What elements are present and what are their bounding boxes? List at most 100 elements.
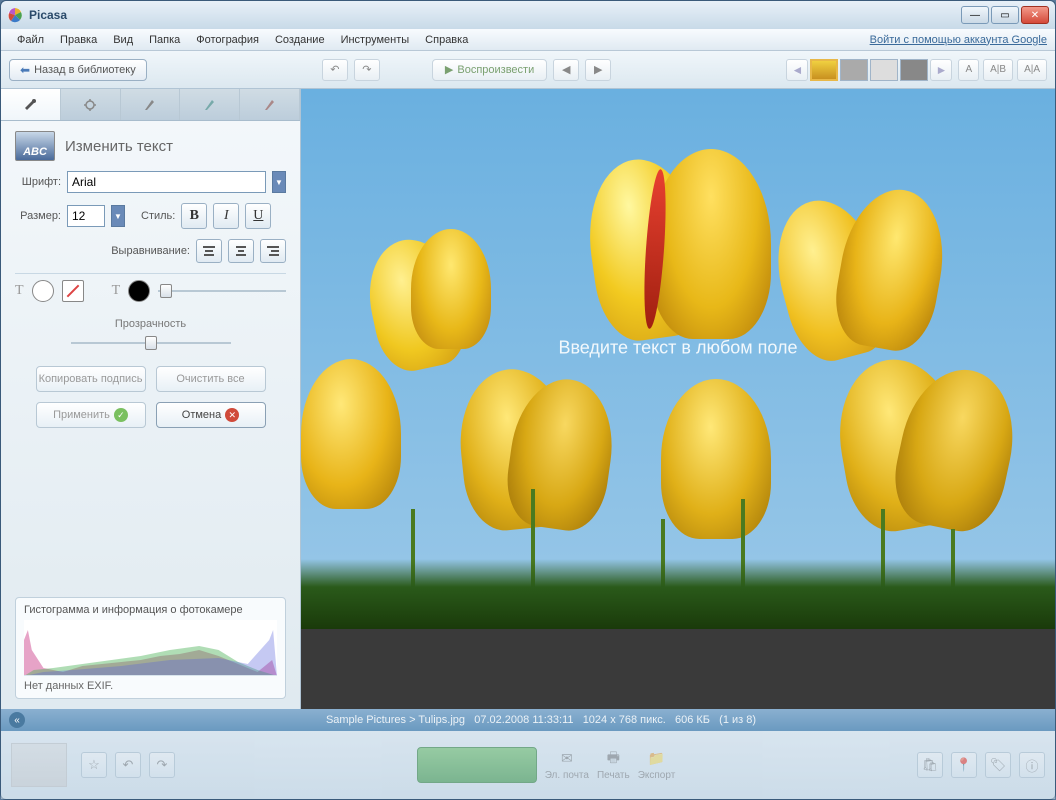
apply-button[interactable]: Применить ✓ bbox=[36, 402, 146, 428]
print-button[interactable]: 🖶 Печать bbox=[597, 750, 630, 781]
next-photo-button[interactable]: ▶ bbox=[585, 59, 611, 81]
tab-basic[interactable] bbox=[1, 89, 61, 120]
bold-button[interactable]: B bbox=[181, 203, 207, 229]
play-label: Воспроизвести bbox=[457, 64, 534, 76]
minimize-button[interactable]: — bbox=[961, 6, 989, 24]
font-dropdown-button[interactable]: ▼ bbox=[272, 171, 286, 193]
opacity-slider[interactable] bbox=[71, 334, 231, 352]
status-info: Sample Pictures > Tulips.jpg 07.02.2008 … bbox=[35, 714, 1047, 726]
align-label: Выравнивание: bbox=[111, 245, 190, 257]
back-to-library-button[interactable]: ⬅ Назад в библиотеку bbox=[9, 59, 147, 81]
play-slideshow-button[interactable]: ▶ Воспроизвести bbox=[432, 59, 547, 81]
histogram-title: Гистограмма и информация о фотокамере bbox=[24, 604, 277, 616]
copy-caption-button[interactable]: Копировать подпись bbox=[36, 366, 146, 392]
email-icon: ✉ bbox=[557, 750, 577, 768]
thumbnail-strip: ◄ ► bbox=[786, 59, 952, 81]
close-button[interactable]: ✕ bbox=[1021, 6, 1049, 24]
font-label: Шрифт: bbox=[15, 176, 61, 188]
share-button[interactable] bbox=[417, 747, 537, 783]
picasa-logo-icon bbox=[7, 7, 23, 23]
thumbnail-2[interactable] bbox=[840, 59, 868, 81]
fill-color-swatch[interactable] bbox=[32, 280, 54, 302]
titlebar: Picasa — ▭ ✕ bbox=[1, 1, 1055, 29]
window-title: Picasa bbox=[29, 8, 961, 22]
info-button[interactable]: ⓘ bbox=[1019, 752, 1045, 778]
main-area: ABC Изменить текст Шрифт: ▼ Размер: ▼ Ст… bbox=[1, 89, 1055, 709]
prev-photo-button[interactable]: ◀ bbox=[553, 59, 579, 81]
clear-all-button[interactable]: Очистить все bbox=[156, 366, 266, 392]
arrow-left-icon: ⬅ bbox=[20, 63, 30, 77]
bottom-panel: ☆ ↶ ↷ ✉ Эл. почта 🖶 Печать 📁 Экспорт 🛍 📍… bbox=[1, 731, 1055, 799]
thumbnail-4[interactable] bbox=[900, 59, 928, 81]
tab-effects-3[interactable] bbox=[240, 89, 300, 120]
menubar: Файл Правка Вид Папка Фотография Создани… bbox=[1, 29, 1055, 51]
outline-width-slider[interactable] bbox=[158, 282, 286, 300]
italic-button[interactable]: I bbox=[213, 203, 239, 229]
outline-color-label: T bbox=[112, 283, 121, 299]
thumbnail-1[interactable] bbox=[810, 59, 838, 81]
align-center-button[interactable] bbox=[228, 239, 254, 263]
maximize-button[interactable]: ▭ bbox=[991, 6, 1019, 24]
photo-canvas[interactable]: Введите текст в любом поле bbox=[301, 89, 1055, 629]
menu-file[interactable]: Файл bbox=[9, 32, 52, 48]
print-icon: 🖶 bbox=[603, 750, 623, 768]
histogram-graph bbox=[24, 620, 277, 676]
opacity-label: Прозрачность bbox=[15, 318, 286, 330]
view-compare-ab-button[interactable]: A|B bbox=[983, 59, 1013, 81]
rotate-cw-button[interactable]: ↷ bbox=[354, 59, 380, 81]
export-icon: 📁 bbox=[647, 750, 667, 768]
menu-help[interactable]: Справка bbox=[417, 32, 476, 48]
thumbnail-3[interactable] bbox=[870, 59, 898, 81]
check-icon: ✓ bbox=[114, 408, 128, 422]
shop-button[interactable]: 🛍 bbox=[917, 752, 943, 778]
tab-tuning[interactable] bbox=[61, 89, 121, 120]
tab-effects-1[interactable] bbox=[121, 89, 181, 120]
rotate-ccw-button[interactable]: ↶ bbox=[322, 59, 348, 81]
cancel-button[interactable]: Отмена ✕ bbox=[156, 402, 266, 428]
edit-panel: ABC Изменить текст Шрифт: ▼ Размер: ▼ Ст… bbox=[1, 89, 301, 709]
view-compare-aa-button[interactable]: A|A bbox=[1017, 59, 1047, 81]
menu-edit[interactable]: Правка bbox=[52, 32, 105, 48]
histogram-box: Гистограмма и информация о фотокамере Не… bbox=[15, 597, 286, 699]
menu-tools[interactable]: Инструменты bbox=[333, 32, 418, 48]
menu-photo[interactable]: Фотография bbox=[188, 32, 267, 48]
underline-button[interactable]: U bbox=[245, 203, 271, 229]
status-bar: « Sample Pictures > Tulips.jpg 07.02.200… bbox=[1, 709, 1055, 731]
text-overlay-placeholder[interactable]: Введите текст в любом поле bbox=[558, 338, 797, 359]
star-button[interactable]: ☆ bbox=[81, 752, 107, 778]
redo-button[interactable]: ↷ bbox=[149, 752, 175, 778]
tag-button[interactable]: 🏷 bbox=[985, 752, 1011, 778]
style-label: Стиль: bbox=[141, 210, 175, 222]
back-label: Назад в библиотеку bbox=[34, 64, 136, 76]
collapse-tray-button[interactable]: « bbox=[9, 712, 25, 728]
export-button[interactable]: 📁 Экспорт bbox=[638, 750, 676, 781]
size-dropdown-button[interactable]: ▼ bbox=[111, 205, 125, 227]
menu-create[interactable]: Создание bbox=[267, 32, 333, 48]
email-button[interactable]: ✉ Эл. почта bbox=[545, 750, 589, 781]
undo-button[interactable]: ↶ bbox=[115, 752, 141, 778]
tray-thumbnail[interactable] bbox=[11, 743, 67, 787]
view-single-button[interactable]: A bbox=[958, 59, 979, 81]
toolbar: ⬅ Назад в библиотеку ↶ ↷ ▶ Воспроизвести… bbox=[1, 51, 1055, 89]
align-left-button[interactable] bbox=[196, 239, 222, 263]
menu-view[interactable]: Вид bbox=[105, 32, 141, 48]
panel-title: Изменить текст bbox=[65, 138, 173, 155]
edit-tabs bbox=[1, 89, 300, 121]
app-window: Picasa — ▭ ✕ Файл Правка Вид Папка Фотог… bbox=[0, 0, 1056, 800]
size-input[interactable] bbox=[67, 205, 105, 227]
signin-link[interactable]: Войти с помощью аккаунта Google bbox=[870, 34, 1047, 46]
align-right-button[interactable] bbox=[260, 239, 286, 263]
menu-folder[interactable]: Папка bbox=[141, 32, 188, 48]
thumb-next-button[interactable]: ► bbox=[930, 59, 952, 81]
text-tool-icon: ABC bbox=[15, 131, 55, 161]
image-viewer: Введите текст в любом поле bbox=[301, 89, 1055, 709]
exif-text: Нет данных EXIF. bbox=[24, 680, 277, 692]
fill-none-swatch[interactable] bbox=[62, 280, 84, 302]
thumb-prev-button[interactable]: ◄ bbox=[786, 59, 808, 81]
x-icon: ✕ bbox=[225, 408, 239, 422]
outline-color-swatch[interactable] bbox=[128, 280, 150, 302]
tab-effects-2[interactable] bbox=[180, 89, 240, 120]
geotag-button[interactable]: 📍 bbox=[951, 752, 977, 778]
font-select[interactable] bbox=[67, 171, 266, 193]
size-label: Размер: bbox=[15, 210, 61, 222]
